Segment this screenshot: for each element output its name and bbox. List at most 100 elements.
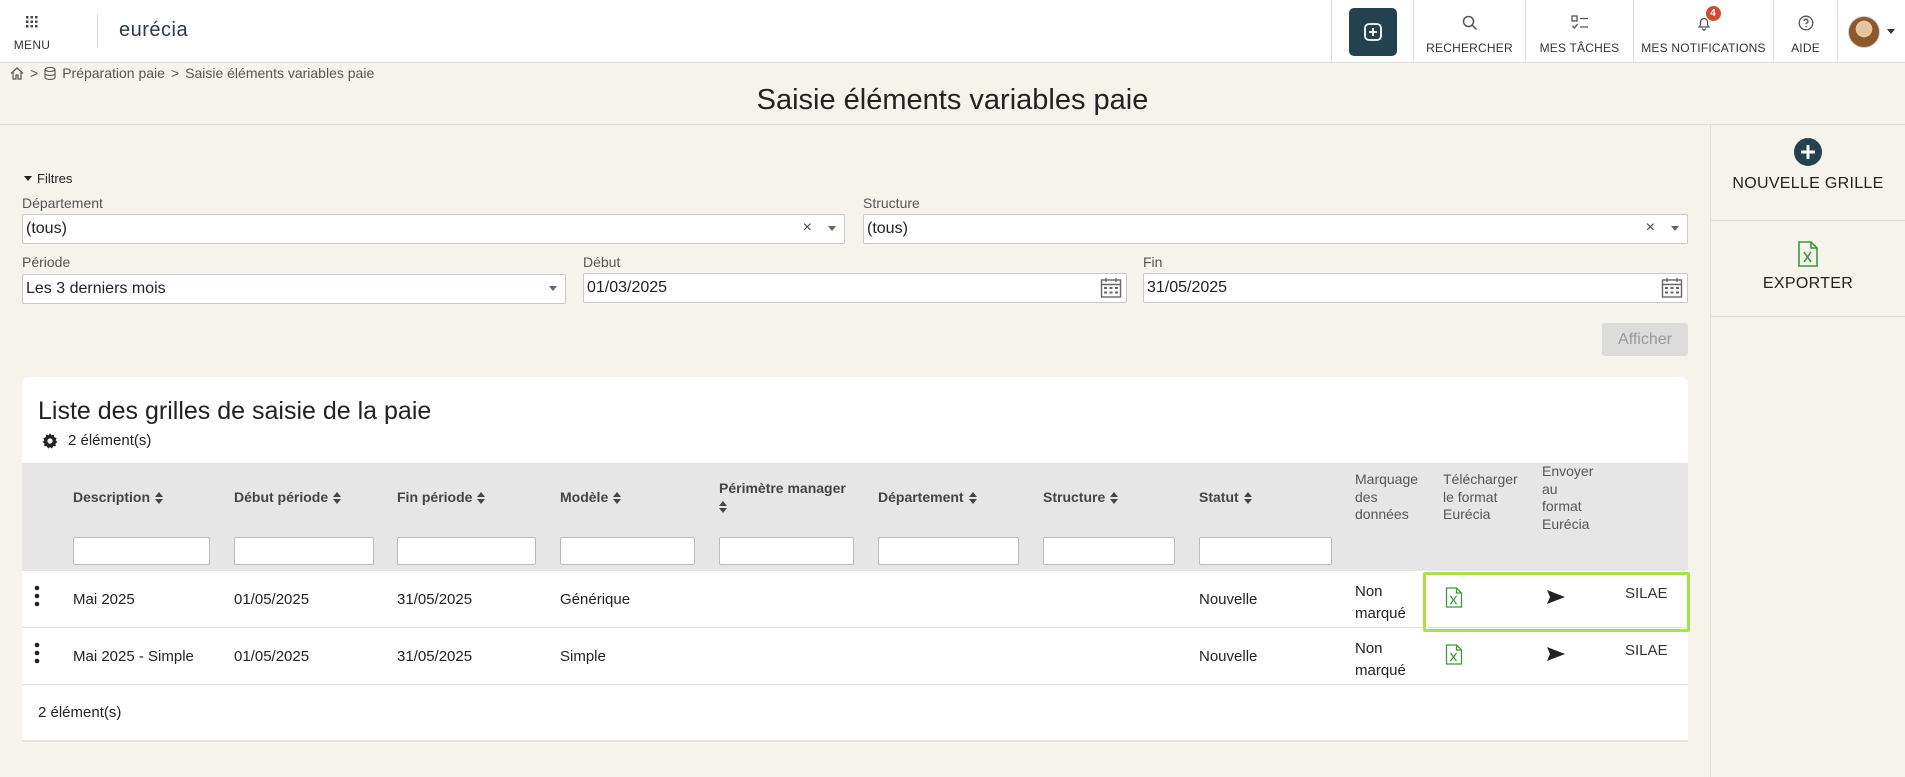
- cell-description[interactable]: Mai 2025 - Simple: [73, 648, 194, 665]
- chevron-down-icon[interactable]: [828, 226, 836, 231]
- debut-value: 01/03/2025: [587, 279, 668, 296]
- excel-download-icon[interactable]: [1445, 644, 1463, 665]
- column-header-marquage: Marquage des données: [1355, 471, 1419, 522]
- calendar-icon[interactable]: [1100, 277, 1122, 299]
- help-icon: [1798, 14, 1814, 32]
- filter-input-structure[interactable]: [1043, 537, 1175, 565]
- silae-link[interactable]: SILAE: [1625, 642, 1668, 659]
- debut-label: Début: [583, 254, 621, 270]
- list-footer-count: 2 élément(s): [38, 704, 122, 721]
- list-card: Liste des grilles de saisie de la paie 2…: [22, 377, 1688, 740]
- cell-fin: 31/05/2025: [397, 648, 473, 665]
- search-button[interactable]: RECHERCHER: [1413, 0, 1525, 63]
- column-header-telecharger: Télécharger le format Eurécia: [1443, 471, 1518, 522]
- more-vertical-icon[interactable]: [34, 585, 40, 607]
- list-count: 2 élément(s): [68, 432, 152, 449]
- top-bar: MENU eurécia RECHERCHER MES TÂCHES 4 MES…: [0, 0, 1905, 63]
- column-header-departement[interactable]: Département: [878, 489, 977, 505]
- title-divider: [0, 124, 1905, 125]
- quick-add-box: [1348, 7, 1397, 56]
- cell-debut: 01/05/2025: [234, 591, 310, 608]
- cell-fin: 31/05/2025: [397, 591, 473, 608]
- filter-input-fin[interactable]: [397, 537, 536, 565]
- avatar: [1848, 15, 1880, 48]
- tasks-button[interactable]: MES TÂCHES: [1525, 0, 1633, 63]
- excel-file-icon: [1798, 241, 1818, 267]
- structure-value: (tous): [867, 220, 908, 237]
- export-button[interactable]: EXPORTER: [1711, 221, 1905, 317]
- notification-badge: 4: [1705, 6, 1721, 21]
- bell-icon: 4: [1696, 6, 1721, 32]
- sort-icon: [1110, 492, 1119, 505]
- filters-label: Filtres: [37, 171, 73, 186]
- afficher-button[interactable]: Afficher: [1602, 323, 1688, 356]
- topbar-actions: RECHERCHER MES TÂCHES 4 MES NOTIFICATION…: [1331, 0, 1905, 63]
- side-actions-panel: NOUVELLE GRILLE EXPORTER: [1710, 125, 1905, 777]
- column-header-debut[interactable]: Début période: [234, 489, 342, 505]
- filter-input-departement[interactable]: [878, 537, 1019, 565]
- column-header-modele[interactable]: Modèle: [560, 489, 622, 505]
- column-header-statut[interactable]: Statut: [1199, 489, 1252, 505]
- periode-value: Les 3 derniers mois: [26, 280, 166, 297]
- chevron-down-icon[interactable]: [1671, 226, 1679, 231]
- sort-icon: [613, 492, 622, 505]
- departement-label: Département: [22, 195, 103, 211]
- more-vertical-icon[interactable]: [34, 642, 40, 664]
- breadcrumb-separator: >: [30, 65, 39, 81]
- cell-statut: Nouvelle: [1199, 591, 1258, 608]
- column-header-envoyer: Envoyer au format Eurécia: [1542, 463, 1594, 532]
- filters-toggle[interactable]: Filtres: [24, 171, 72, 186]
- help-button[interactable]: AIDE: [1773, 0, 1837, 63]
- debut-date-input[interactable]: 01/03/2025: [583, 273, 1127, 303]
- row-action-highlight: [1423, 572, 1690, 632]
- menu-label: MENU: [13, 38, 51, 52]
- structure-select[interactable]: (tous) ×: [863, 214, 1688, 244]
- cell-debut: 01/05/2025: [234, 648, 310, 665]
- structure-label: Structure: [863, 195, 920, 211]
- database-icon: [44, 66, 56, 80]
- filter-input-statut[interactable]: [1199, 537, 1332, 565]
- filter-input-description[interactable]: [73, 537, 210, 565]
- menu-button[interactable]: MENU: [0, 0, 64, 63]
- clear-icon[interactable]: ×: [1646, 219, 1655, 237]
- clear-icon[interactable]: ×: [803, 219, 812, 237]
- grid-menu-icon: [26, 16, 38, 28]
- column-header-fin[interactable]: Fin période: [397, 489, 486, 505]
- fin-date-input[interactable]: 31/05/2025: [1143, 273, 1688, 303]
- tasks-label: MES TÂCHES: [1539, 41, 1620, 55]
- periode-select[interactable]: Les 3 derniers mois: [22, 274, 566, 304]
- column-header-structure[interactable]: Structure: [1043, 489, 1119, 505]
- filter-input-debut[interactable]: [234, 537, 374, 565]
- app-logo[interactable]: eurécia: [119, 19, 188, 42]
- breadcrumb-link-preparation[interactable]: Préparation paie: [62, 65, 165, 81]
- breadcrumb: > Préparation paie > Saisie éléments var…: [10, 65, 374, 81]
- sort-icon: [719, 500, 727, 513]
- column-header-description[interactable]: Description: [73, 489, 164, 505]
- cell-statut: Nouvelle: [1199, 648, 1258, 665]
- topbar-divider: [97, 14, 98, 48]
- cell-modele: Générique: [560, 591, 631, 608]
- departement-select[interactable]: (tous) ×: [22, 214, 845, 244]
- quick-add-button[interactable]: [1331, 0, 1413, 63]
- plus-square-icon: [1363, 22, 1382, 41]
- sort-icon: [1243, 492, 1252, 505]
- filter-input-perimetre[interactable]: [719, 537, 854, 565]
- filter-input-modele[interactable]: [560, 537, 695, 565]
- user-menu-button[interactable]: [1837, 0, 1905, 63]
- notifications-button[interactable]: 4 MES NOTIFICATIONS: [1633, 0, 1773, 63]
- home-icon[interactable]: [10, 66, 24, 80]
- gear-icon[interactable]: [42, 432, 58, 449]
- send-icon[interactable]: [1547, 647, 1565, 661]
- calendar-icon[interactable]: [1661, 277, 1683, 299]
- new-grid-button[interactable]: NOUVELLE GRILLE: [1711, 125, 1905, 221]
- cell-description[interactable]: Mai 2025: [73, 591, 135, 608]
- help-label: AIDE: [1791, 41, 1820, 55]
- checklist-icon: [1570, 14, 1589, 32]
- chevron-down-icon[interactable]: [549, 286, 557, 291]
- table-row[interactable]: Mai 2025 - Simple 01/05/2025 31/05/2025 …: [22, 628, 1688, 685]
- notifications-label: MES NOTIFICATIONS: [1641, 41, 1766, 55]
- new-grid-label: NOUVELLE GRILLE: [1732, 175, 1884, 192]
- sort-icon: [333, 492, 342, 505]
- column-header-perimetre[interactable]: Périmètre manager: [719, 480, 859, 513]
- departement-value: (tous): [26, 220, 67, 237]
